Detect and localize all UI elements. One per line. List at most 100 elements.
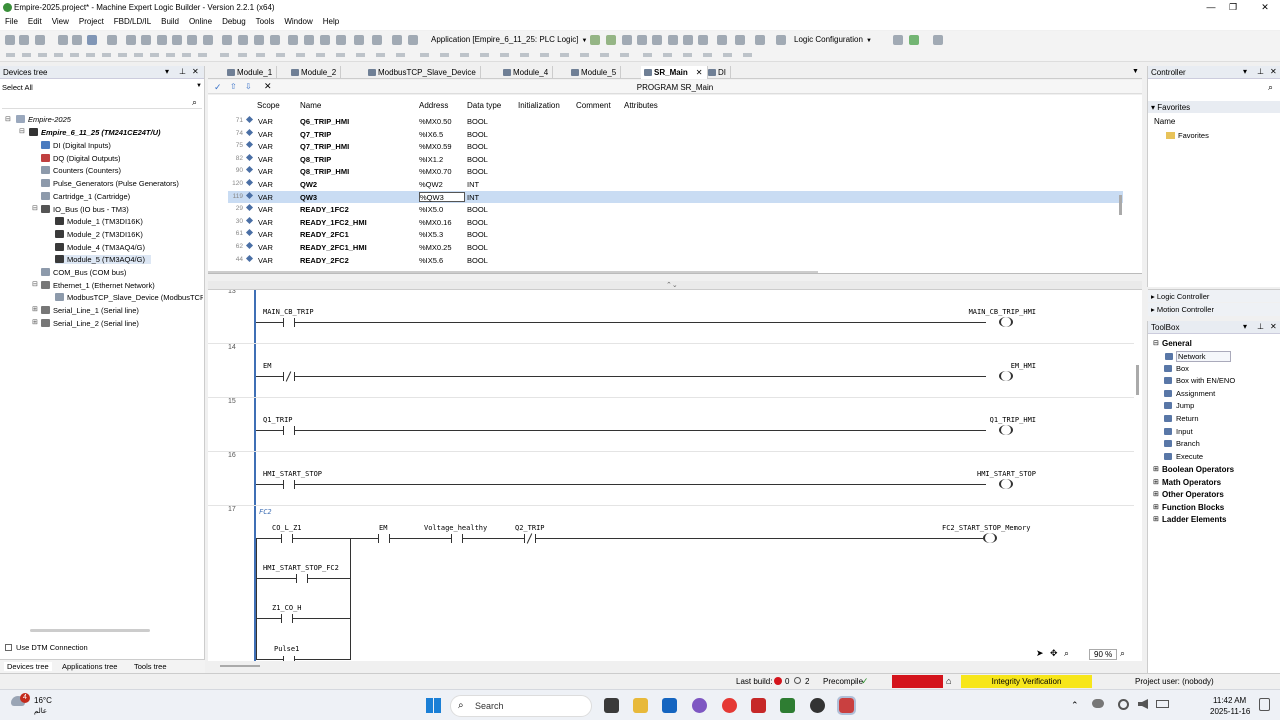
var-address[interactable]: %IX5.0: [419, 205, 443, 214]
var-type[interactable]: BOOL: [467, 142, 488, 151]
col-init[interactable]: Initialization: [518, 101, 560, 110]
ld-tool-35-icon[interactable]: [643, 53, 652, 57]
ld-tool-12-icon[interactable]: [182, 53, 191, 57]
menu-edit[interactable]: Edit: [23, 15, 47, 28]
var-type[interactable]: INT: [467, 193, 479, 202]
tab-close-icon[interactable]: ✕: [696, 68, 703, 77]
volume-icon[interactable]: [1138, 699, 1148, 709]
search-field[interactable]: ⌕: [2, 97, 202, 109]
network-13[interactable]: 13 MAIN_CB_TRIP MAIN_CB_TRIP_HMI: [208, 290, 1134, 344]
app-icon[interactable]: [810, 698, 825, 713]
viber-icon[interactable]: [692, 698, 707, 713]
var-name[interactable]: Q8_TRIP_HMI: [300, 167, 349, 176]
menu-fbd[interactable]: FBD/LD/IL: [109, 15, 156, 28]
coil[interactable]: [999, 425, 1013, 435]
start-icon[interactable]: [622, 35, 632, 45]
bookmark-clear-icon[interactable]: [336, 35, 346, 45]
file-explorer-icon[interactable]: [633, 698, 648, 713]
pin-icon[interactable]: ⊥: [179, 67, 186, 76]
var-name[interactable]: READY_2FC2: [300, 256, 349, 265]
cloud-icon[interactable]: [1092, 699, 1104, 708]
contact[interactable]: [283, 318, 295, 327]
bookmark-icon[interactable]: [288, 35, 298, 45]
tree-root[interactable]: Empire-2025: [16, 115, 71, 124]
toolbox-general[interactable]: General: [1162, 339, 1192, 348]
ld-tool-17-icon[interactable]: [276, 53, 285, 57]
favorites-header[interactable]: ▾ Favorites: [1148, 101, 1280, 113]
notification-icon[interactable]: [1259, 698, 1270, 711]
ld-tool-2-icon[interactable]: [22, 53, 31, 57]
menu-window[interactable]: Window: [279, 15, 317, 28]
pane-dropdown-icon[interactable]: ▾: [1243, 322, 1247, 331]
tree-node-counters[interactable]: Counters (Counters): [41, 166, 121, 175]
ld-tool-27-icon[interactable]: [480, 53, 489, 57]
var-address[interactable]: %IX5.6: [419, 256, 443, 265]
var-type[interactable]: INT: [467, 180, 479, 189]
expand-icon[interactable]: ⊞: [1153, 515, 1159, 523]
var-type[interactable]: BOOL: [467, 130, 488, 139]
watch-icon[interactable]: [735, 35, 745, 45]
tree-node-iobus[interactable]: IO_Bus (IO bus - TM3): [41, 205, 129, 214]
var-name[interactable]: READY_2FC1_HMI: [300, 243, 367, 252]
config-icon[interactable]: [776, 35, 786, 45]
col-comment[interactable]: Comment: [576, 101, 611, 110]
ld-tool-18-icon[interactable]: [296, 53, 305, 57]
ld-tool-5-icon[interactable]: [70, 53, 79, 57]
tree-node-modbus[interactable]: ModbusTCP_Slave_Device (ModbusTCP Sla: [55, 293, 203, 302]
variable-row[interactable]: 75 VAR Q7_TRIP_HMI %MX0.59 BOOL: [228, 140, 1123, 153]
stop-icon[interactable]: [637, 35, 647, 45]
var-name[interactable]: Q7_TRIP_HMI: [300, 142, 349, 151]
toolbox-item[interactable]: Box with EN/ENO: [1164, 376, 1235, 385]
magnifier-icon[interactable]: ⌕: [1064, 648, 1069, 659]
chevron-up-icon[interactable]: ⌃: [1071, 700, 1079, 711]
network-16[interactable]: 16 HMI_START_STOP HMI_START_STOP: [208, 452, 1134, 506]
menu-project[interactable]: Project: [74, 15, 109, 28]
var-address[interactable]: %QW3: [419, 191, 465, 202]
ld-tool-22-icon[interactable]: [376, 53, 385, 57]
var-address[interactable]: %MX0.50: [419, 117, 452, 126]
bookmark-next-icon[interactable]: [304, 35, 314, 45]
tab-di[interactable]: DI: [705, 66, 731, 79]
motion-controller-group[interactable]: ▸ Motion Controller: [1148, 303, 1280, 316]
expand-icon[interactable]: ⊞: [1153, 503, 1159, 511]
reset-icon[interactable]: [652, 35, 662, 45]
col-attributes[interactable]: Attributes: [624, 101, 658, 110]
expand-icon[interactable]: ⊞: [32, 305, 38, 313]
expand-icon[interactable]: ⊞: [1153, 478, 1159, 486]
tabs-dropdown-icon[interactable]: ▼: [1132, 68, 1139, 75]
toolbox-item[interactable]: Return: [1164, 414, 1199, 423]
expand-icon[interactable]: ⊟: [32, 280, 38, 288]
delete-icon[interactable]: [203, 35, 213, 45]
col-datatype[interactable]: Data type: [467, 101, 501, 110]
zoom-icon[interactable]: ⌕: [1120, 648, 1125, 659]
forward-icon[interactable]: [19, 35, 29, 45]
tab-devices-tree[interactable]: Devices tree: [4, 662, 52, 671]
print-icon[interactable]: [107, 35, 117, 45]
var-address[interactable]: %MX0.70: [419, 167, 452, 176]
expand-icon[interactable]: ⊟: [19, 127, 25, 135]
var-type[interactable]: BOOL: [467, 117, 488, 126]
tree-node-dq[interactable]: DQ (Digital Outputs): [41, 154, 121, 163]
vertical-scrollbar[interactable]: [1119, 195, 1122, 215]
ld-tool-39-icon[interactable]: [723, 53, 732, 57]
toolbox-group[interactable]: Boolean Operators: [1162, 465, 1234, 474]
disconnect-icon[interactable]: [933, 35, 943, 45]
var-name[interactable]: READY_1FC2_HMI: [300, 218, 367, 227]
tree-node-module5[interactable]: Module_5 (TM3AQ4/G): [55, 255, 151, 264]
ld-tool-21-icon[interactable]: [356, 53, 365, 57]
ld-tool-29-icon[interactable]: [520, 53, 529, 57]
save-icon[interactable]: [87, 35, 97, 45]
toolbox-item[interactable]: Network: [1165, 351, 1231, 362]
redo-icon[interactable]: [141, 35, 151, 45]
undo-icon[interactable]: [126, 35, 136, 45]
menu-tools[interactable]: Tools: [251, 15, 280, 28]
toolbox-item[interactable]: Branch: [1164, 439, 1200, 448]
expand-icon[interactable]: ⊞: [32, 318, 38, 326]
rebuild-icon[interactable]: [392, 35, 402, 45]
variable-row[interactable]: 61 VAR READY_2FC1 %IX5.3 BOOL: [228, 228, 1123, 241]
ld-tool-28-icon[interactable]: [500, 53, 509, 57]
ld-tool-32-icon[interactable]: [580, 53, 589, 57]
ld-tool-9-icon[interactable]: [134, 53, 143, 57]
var-type[interactable]: BOOL: [467, 155, 488, 164]
machine-expert-icon[interactable]: [837, 696, 856, 715]
